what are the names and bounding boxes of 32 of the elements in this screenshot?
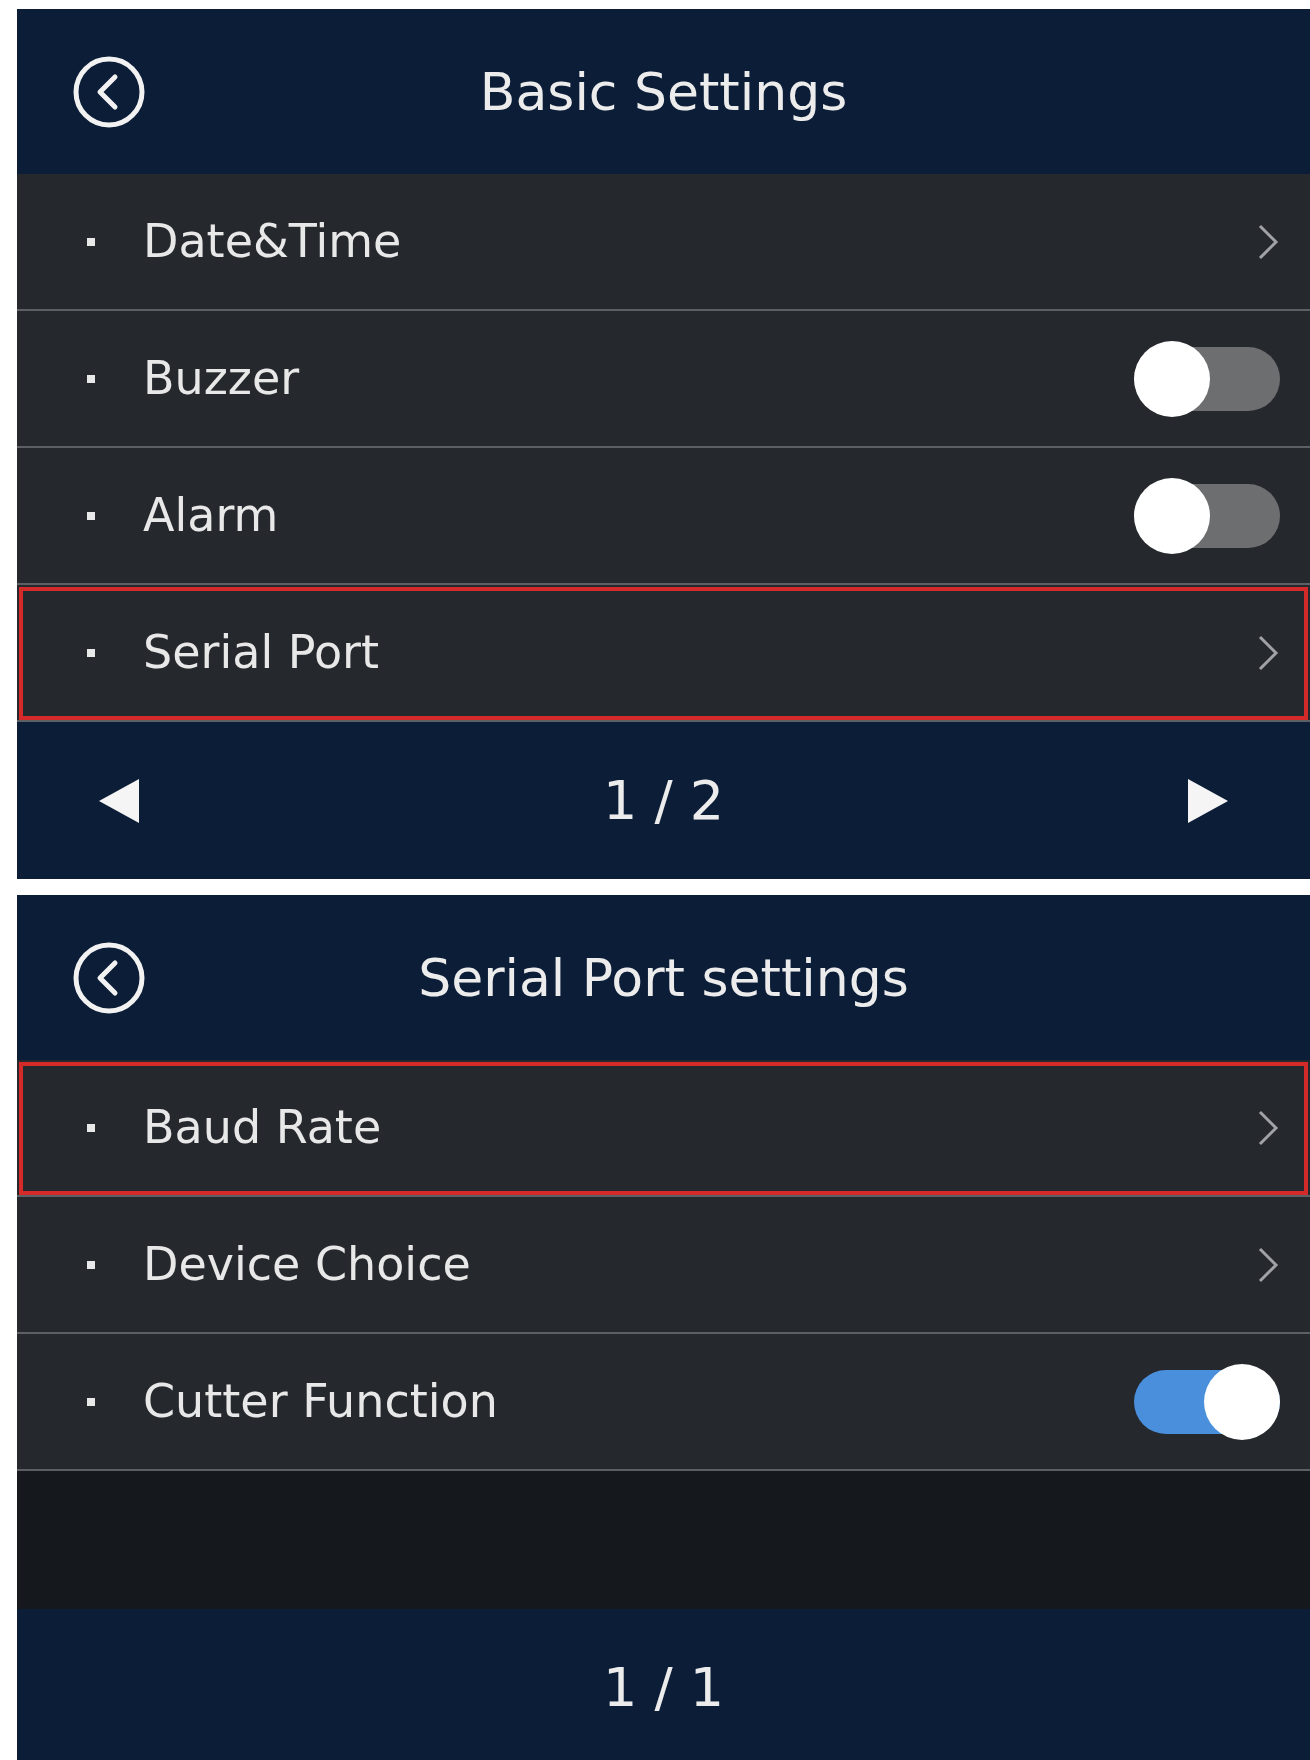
back-icon[interactable] bbox=[72, 54, 146, 129]
bullet-icon bbox=[87, 1260, 95, 1269]
settings-row[interactable]: Buzzer bbox=[17, 311, 1310, 448]
toggle-switch[interactable] bbox=[1134, 340, 1280, 417]
bullet-icon bbox=[87, 648, 95, 657]
bullet-icon bbox=[87, 1123, 95, 1132]
toggle-switch[interactable] bbox=[1134, 1363, 1280, 1440]
bullet-icon bbox=[87, 237, 95, 246]
row-label: Date&Time bbox=[143, 213, 403, 270]
page-indicator: 1 / 2 bbox=[602, 768, 725, 834]
row-label: Baud Rate bbox=[143, 1099, 383, 1156]
next-page-icon[interactable] bbox=[1186, 776, 1230, 825]
settings-row[interactable]: Device Choice bbox=[17, 1197, 1310, 1334]
settings-row[interactable]: Baud Rate bbox=[17, 1060, 1310, 1197]
bullet-icon bbox=[87, 374, 95, 383]
page-indicator: 1 / 1 bbox=[602, 1655, 725, 1721]
back-icon[interactable] bbox=[72, 940, 146, 1015]
bullet-icon bbox=[87, 1397, 95, 1406]
settings-row[interactable]: Serial Port bbox=[17, 585, 1310, 722]
settings-row[interactable]: Date&Time bbox=[17, 174, 1310, 311]
previous-page-icon[interactable] bbox=[97, 776, 141, 825]
bullet-icon bbox=[87, 511, 95, 520]
row-label: Cutter Function bbox=[143, 1373, 499, 1430]
row-label: Alarm bbox=[143, 487, 280, 544]
row-label: Buzzer bbox=[143, 350, 301, 407]
row-label: Serial Port bbox=[143, 624, 380, 681]
row-label: Device Choice bbox=[143, 1236, 472, 1293]
page-title: Serial Port settings bbox=[418, 946, 909, 1010]
page-title: Basic Settings bbox=[479, 60, 848, 124]
settings-row[interactable]: Alarm bbox=[17, 448, 1310, 585]
settings-row[interactable]: Cutter Function bbox=[17, 1334, 1310, 1471]
toggle-switch[interactable] bbox=[1134, 477, 1280, 554]
